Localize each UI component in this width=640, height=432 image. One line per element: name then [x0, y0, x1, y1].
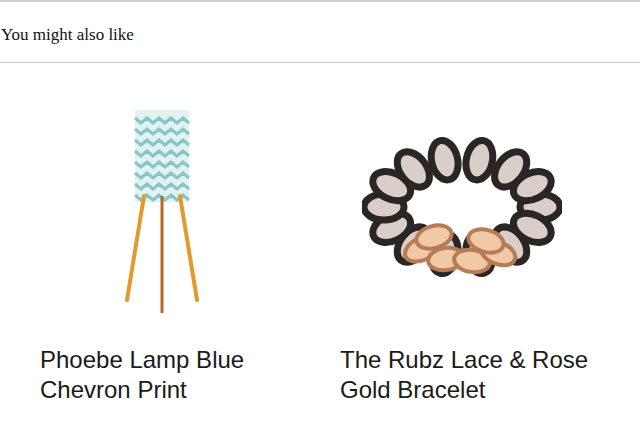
product-card[interactable]: Phoebe Lamp Blue Chevron Print	[12, 63, 312, 405]
lamp-icon	[122, 110, 202, 315]
bracelet-icon	[362, 137, 562, 287]
page: You might also like Phoebe Lamp Blue Chev…	[0, 0, 640, 432]
section-title: You might also like	[1, 24, 640, 46]
product-card[interactable]: The Rubz Lace & Rose Gold Bracelet	[312, 63, 612, 405]
section-header: You might also like	[0, 0, 640, 63]
product-name[interactable]: The Rubz Lace & Rose Gold Bracelet	[312, 337, 590, 405]
product-list: Phoebe Lamp Blue Chevron Print The Rubz L…	[0, 63, 640, 405]
product-name[interactable]: Phoebe Lamp Blue Chevron Print	[12, 337, 290, 405]
product-image[interactable]	[312, 87, 612, 337]
product-image[interactable]	[12, 87, 312, 337]
